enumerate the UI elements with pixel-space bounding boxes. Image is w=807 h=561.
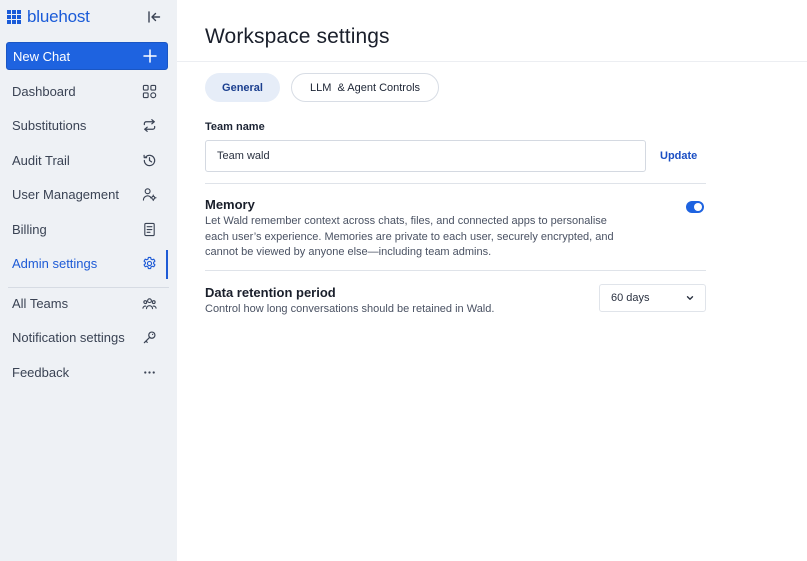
gear-icon	[143, 257, 156, 270]
sidebar-item-label: Audit Trail	[12, 152, 70, 168]
sidebar: bluehost New Chat Dashboard Substitution…	[0, 0, 177, 561]
retention-description: Control how long conversations should be…	[205, 303, 495, 315]
tab-llm-agent-controls[interactable]: LLM & Agent Controls	[291, 73, 439, 102]
team-name-label: Team name	[205, 121, 265, 133]
new-chat-button[interactable]: New Chat	[6, 42, 168, 70]
more-icon	[144, 371, 155, 374]
bluehost-grid-icon	[7, 10, 21, 24]
retention-title: Data retention period	[205, 285, 336, 300]
settings-tabs: General LLM & Agent Controls	[205, 73, 450, 102]
user-management-icon	[142, 188, 157, 202]
title-divider	[177, 61, 807, 62]
plus-icon	[143, 49, 157, 63]
update-button[interactable]: Update	[660, 150, 697, 162]
section-divider	[205, 183, 706, 184]
swap-icon	[143, 119, 156, 133]
memory-description: Let Wald remember context across chats, …	[205, 215, 614, 259]
sidebar-item-admin-settings[interactable]: Admin settings	[0, 247, 177, 282]
chevron-down-icon	[686, 296, 694, 300]
brand-name: bluehost	[27, 7, 90, 26]
sidebar-item-feedback[interactable]: Feedback	[0, 355, 177, 390]
memory-toggle[interactable]	[686, 201, 704, 213]
key-icon	[143, 331, 156, 344]
brand-logo[interactable]: bluehost	[7, 7, 90, 26]
collapse-sidebar-icon[interactable]	[146, 9, 162, 25]
sidebar-item-substitutions[interactable]: Substitutions	[0, 109, 177, 144]
tab-general[interactable]: General	[205, 73, 280, 102]
history-icon	[143, 154, 156, 166]
sidebar-item-label: Notification settings	[12, 330, 125, 346]
section-divider	[205, 270, 706, 271]
sidebar-item-label: Dashboard	[12, 83, 76, 99]
billing-icon	[144, 222, 155, 236]
sidebar-item-all-teams[interactable]: All Teams	[0, 286, 177, 321]
sidebar-item-dashboard[interactable]: Dashboard	[0, 74, 177, 109]
sidebar-item-label: All Teams	[12, 295, 69, 311]
dashboard-icon	[142, 84, 157, 98]
page-title: Workspace settings	[205, 25, 390, 48]
team-name-input[interactable]	[205, 140, 646, 172]
sidebar-item-notification-settings[interactable]: Notification settings	[0, 321, 177, 356]
main-content: Workspace settings General LLM & Agent C…	[177, 0, 807, 561]
retention-selected-value: 60 days	[611, 292, 650, 304]
new-chat-label: New Chat	[13, 48, 71, 64]
sidebar-item-label: User Management	[12, 187, 119, 203]
sidebar-secondary-nav: All Teams Notification settings Feedback	[0, 286, 177, 390]
sidebar-item-audit-trail[interactable]: Audit Trail	[0, 143, 177, 178]
sidebar-nav: Dashboard Substitutions Audit Trail User…	[0, 74, 177, 281]
sidebar-item-label: Admin settings	[12, 256, 98, 272]
retention-period-select[interactable]: 60 days	[599, 284, 706, 312]
memory-title: Memory	[205, 197, 255, 212]
sidebar-item-label: Feedback	[12, 364, 70, 380]
sidebar-item-label: Substitutions	[12, 118, 87, 134]
sidebar-item-label: Billing	[12, 221, 47, 237]
sidebar-item-user-management[interactable]: User Management	[0, 178, 177, 213]
sidebar-item-billing[interactable]: Billing	[0, 212, 177, 247]
teams-icon	[142, 298, 157, 309]
